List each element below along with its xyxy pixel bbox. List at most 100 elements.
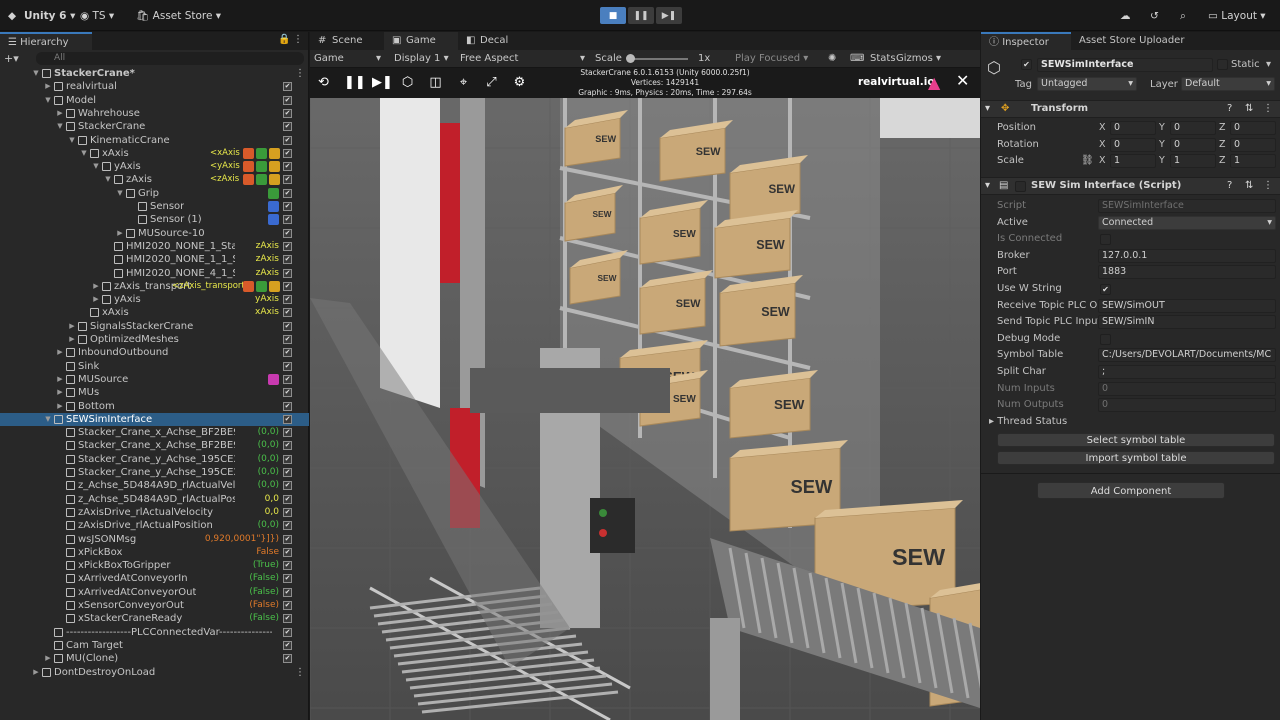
visibility-checkbox[interactable]: ✔ (283, 654, 292, 664)
collapse-arrow-icon[interactable]: ▼ (80, 147, 88, 160)
hierarchy-row[interactable]: xArrivedAtConveyorOut (False) ✔ (0, 586, 309, 599)
visibility-checkbox[interactable]: ✔ (283, 255, 292, 265)
visibility-checkbox[interactable]: ✔ (283, 640, 292, 650)
expand-icon[interactable]: ⤢ (484, 75, 499, 90)
collapse-arrow-icon[interactable]: ▼ (68, 134, 76, 147)
hierarchy-row[interactable]: Sensor (1) ✔ (0, 213, 309, 226)
hierarchy-row[interactable]: Stacker_Crane_x_Achse_BF2BE907_rlActualV… (0, 426, 309, 439)
visibility-checkbox[interactable]: ✔ (283, 614, 292, 624)
link-scale-icon[interactable]: ⛓ (1081, 153, 1094, 170)
game-viewport[interactable]: SEW SEW SEW SEW SEW SEW SEW SEW SEW SEW SEW SEW SEW S… (310, 68, 980, 720)
field-input[interactable]: ; (1098, 365, 1276, 379)
expand-arrow-icon[interactable]: ▶ (68, 320, 76, 333)
hierarchy-row[interactable]: ▶ DontDestroyOnLoad ⋮ (0, 666, 309, 679)
hierarchy-row[interactable]: xArrivedAtConveyorIn (False) ✔ (0, 572, 309, 585)
active-checkbox[interactable]: ✔ (1021, 59, 1032, 70)
transform-x-field[interactable]: 0 (1110, 137, 1156, 152)
component-menu-icon[interactable]: ⋮ (1263, 101, 1273, 117)
transform-y-field[interactable]: 0 (1170, 121, 1216, 135)
hierarchy-row[interactable]: ▶ SignalsStackerCrane ✔ (0, 320, 309, 333)
static-checkbox[interactable] (1217, 59, 1228, 70)
hierarchy-row[interactable]: ▼ yAxis <yAxis ✔ (0, 160, 309, 173)
hierarchy-row[interactable]: Sensor ✔ (0, 200, 309, 213)
tag-dropdown[interactable]: Untagged ▾ (1037, 77, 1137, 91)
hierarchy-row[interactable]: HMI2020_NONE_4_1_Standard zAxis ✔ (0, 267, 309, 280)
hierarchy-row[interactable]: wsJSONMsg 0,920,0001"}]}) ✔ (0, 533, 309, 546)
expand-arrow-icon[interactable]: ▶ (56, 346, 64, 359)
visibility-checkbox[interactable]: ✔ (283, 268, 292, 278)
step-button[interactable]: ▶❚ (656, 7, 682, 24)
aspect-dropdown[interactable]: Free Aspect ▾ (460, 52, 585, 66)
layer-dropdown[interactable]: Default ▾ (1181, 77, 1275, 91)
hierarchy-row[interactable]: Stacker_Crane_y_Achse_195CE2B3_rlActualP… (0, 466, 309, 479)
keyboard-icon[interactable]: ⌨ (850, 52, 864, 66)
hierarchy-row[interactable]: HMI2020_NONE_1_1_Standard zAxis ✔ (0, 253, 309, 266)
preset-icon[interactable]: ⇅ (1245, 101, 1253, 117)
collapse-arrow-icon[interactable]: ▼ (56, 120, 64, 133)
hierarchy-row[interactable]: ▼ zAxis <zAxis ✔ (0, 173, 309, 186)
visibility-checkbox[interactable]: ✔ (283, 468, 292, 477)
hierarchy-row[interactable]: ▼ Grip ✔ (0, 187, 309, 200)
tab-game[interactable]: ▣ Game (384, 32, 458, 50)
collapse-arrow-icon[interactable]: ▼ (92, 160, 100, 173)
visibility-checkbox[interactable]: ✔ (283, 335, 292, 344)
expand-arrow-icon[interactable]: ▶ (32, 666, 40, 679)
visibility-checkbox[interactable]: ✔ (283, 534, 292, 544)
help-icon[interactable]: ? (1227, 101, 1232, 117)
add-component-button[interactable]: Add Component (1037, 482, 1225, 499)
visibility-checkbox[interactable]: ✔ (283, 95, 292, 105)
row-menu-icon[interactable]: ⋮ (295, 67, 305, 80)
hierarchy-row[interactable]: ▼ xAxis <xAxis ✔ (0, 147, 309, 160)
gizmos-button[interactable]: Gizmos ▾ (896, 52, 941, 66)
more-icon[interactable]: ⋮ (293, 34, 303, 45)
visibility-checkbox[interactable]: ✔ (283, 321, 292, 331)
hierarchy-row[interactable]: z_Achse_5D484A9D_rlActualPosition 0,0 ✔ (0, 493, 309, 506)
visibility-checkbox[interactable]: ✔ (283, 507, 292, 517)
expand-arrow-icon[interactable]: ▶ (56, 400, 64, 413)
play-stop-button[interactable]: ■ (600, 7, 626, 24)
expand-arrow-icon[interactable]: ▶ (44, 652, 52, 665)
hierarchy-row[interactable]: xPickBoxToGripper (True) ✔ (0, 559, 309, 572)
field-input[interactable]: 127.0.0.1 (1098, 248, 1276, 263)
visibility-checkbox[interactable]: ✔ (283, 494, 292, 504)
visibility-checkbox[interactable]: ✔ (283, 574, 292, 584)
visibility-checkbox[interactable]: ✔ (283, 454, 292, 464)
visibility-checkbox[interactable]: ✔ (283, 108, 292, 118)
hierarchy-row[interactable]: xAxis xAxis ✔ (0, 306, 309, 319)
focus-icon[interactable]: ⌖ (456, 75, 471, 90)
visibility-checkbox[interactable]: ✔ (283, 374, 292, 384)
field-checkbox[interactable] (1100, 333, 1111, 345)
visibility-checkbox[interactable]: ✔ (283, 428, 292, 438)
search-icon[interactable]: ⌕ (1180, 8, 1186, 24)
row-menu-icon[interactable]: ⋮ (295, 666, 305, 679)
transform-x-field[interactable]: 0 (1110, 121, 1156, 135)
visibility-checkbox[interactable]: ✔ (283, 122, 292, 132)
visibility-checkbox[interactable]: ✔ (283, 202, 292, 211)
tab-asset-store-uploader[interactable]: Asset Store Uploader (1079, 32, 1184, 50)
script-preset-icon[interactable]: ⇅ (1245, 178, 1253, 194)
visibility-checkbox[interactable]: ✔ (283, 587, 292, 597)
hierarchy-row[interactable]: Stacker_Crane_y_Achse_195CE2B3_rlActualV… (0, 453, 309, 466)
collapse-arrow-icon[interactable]: ▼ (44, 94, 52, 107)
hierarchy-row[interactable]: zAxisDrive_rlActualPosition (0,0) ✔ (0, 519, 309, 532)
hierarchy-row[interactable]: ▼ SEWSimInterface ✔ (0, 412, 309, 427)
step-icon[interactable]: ▶❚ (372, 75, 393, 90)
field-input[interactable]: SEW/SimOUT (1098, 298, 1276, 313)
hierarchy-row[interactable]: ▶ MUs ✔ (0, 386, 309, 399)
hierarchy-row[interactable]: xStackerCraneReady (False) ✔ (0, 612, 309, 625)
expand-arrow-icon[interactable]: ▶ (92, 293, 100, 306)
hierarchy-row[interactable]: z_Achse_5D484A9D_rlActualVelocity (0,0) ✔ (0, 479, 309, 492)
expand-arrow-icon[interactable]: ▶ (68, 333, 76, 346)
visibility-checkbox[interactable]: ✔ (283, 561, 292, 571)
tab-decal[interactable]: ◧ Decal (458, 32, 532, 50)
transform-z-field[interactable]: 1 (1230, 154, 1276, 169)
mute-icon[interactable]: ✺ (828, 52, 836, 66)
visibility-checkbox[interactable]: ✔ (283, 361, 292, 371)
transform-header[interactable]: ▾ ✥ Transform ? ⇅ ⋮ (981, 100, 1280, 118)
expand-arrow-icon[interactable]: ▶ (56, 373, 64, 386)
visibility-checkbox[interactable]: ✔ (283, 135, 292, 145)
hierarchy-row[interactable]: zAxisDrive_rlActualVelocity 0,0 ✔ (0, 506, 309, 519)
hierarchy-row[interactable]: ▼ StackerCrane* ⋮ (0, 67, 309, 80)
hierarchy-row[interactable]: ▶ MU(Clone) ✔ (0, 652, 309, 665)
static-dropdown-icon[interactable]: ▾ (1266, 59, 1271, 70)
